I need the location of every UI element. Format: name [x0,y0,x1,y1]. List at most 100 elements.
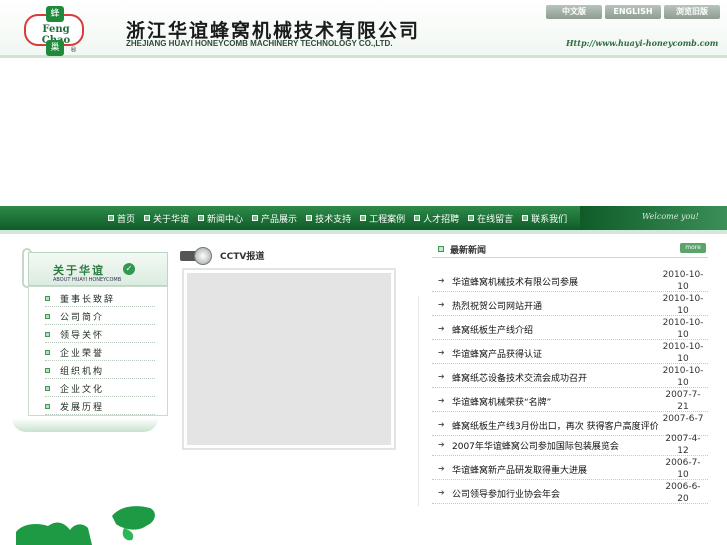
grass-decoration [12,418,158,432]
nav-bullet-icon [468,215,475,221]
video-placeholder[interactable] [187,273,391,445]
news-item-date: 2010-10-10 [662,366,704,388]
bullet-icon [45,404,50,409]
news-item-date: 2007-6-7 [662,414,704,424]
sidebar-menu: 董事长致辞 公司简介 领导关怀 企业荣誉 组织机构 企业文化 发展历程 [28,286,168,416]
arrow-icon: ➔ [438,440,445,449]
nav-bullet-icon [198,215,205,221]
more-news-button[interactable]: more [680,243,706,253]
nav-item-jobs[interactable]: 人才招聘 [414,212,459,225]
lang-english-button[interactable]: ENGLISH [605,5,661,19]
logo-bottom-badge: 巢 [46,40,64,56]
nav-item-message[interactable]: 在线留言 [468,212,513,225]
sidebar-item-history[interactable]: 发展历程 [45,399,155,415]
nav-item-about[interactable]: 关于华谊 [144,212,189,225]
news-item-title[interactable]: 蜂窝纸芯设备技术交流会成功召开 [452,371,662,384]
news-item[interactable]: ➔ 公司领导参加行业协会年会 2006-6-20 [432,480,708,504]
world-map-icon [16,506,155,545]
map-landmass [16,522,92,545]
arrow-icon: ➔ [438,276,445,285]
logo-top-badge: 蜂 [46,6,64,22]
sidebar-subtitle: ABOUT HUAYI HONEYCOMB [53,277,122,283]
news-item-date: 2010-10-10 [662,318,704,340]
nav-item-cases[interactable]: 工程案例 [360,212,405,225]
sidebar-item-profile[interactable]: 公司简介 [45,309,155,325]
nav-item-products[interactable]: 产品展示 [252,212,297,225]
news-item-title[interactable]: 2007年华谊蜂窝公司参加国际包装展览会 [452,439,662,452]
arrow-icon: ➔ [438,348,445,357]
news-item-date: 2010-10-10 [662,294,704,316]
nav-label: 技术支持 [315,214,352,225]
nav-item-support[interactable]: 技术支持 [306,212,351,225]
old-version-button[interactable]: 浏览旧版 [664,5,720,19]
sidebar-item-label: 发展历程 [60,403,105,413]
news-item-title[interactable]: 华谊蜂窝新产品研发取得重大进展 [452,463,662,476]
news-item-title[interactable]: 蜂窝纸板生产线介绍 [452,323,662,336]
news-item[interactable]: ➔ 华谊蜂窝机械技术有限公司参展 2010-10-10 [432,268,708,292]
bullet-icon [45,332,50,337]
nav-label: 工程案例 [369,214,406,225]
sidebar-item-label: 公司简介 [60,313,105,323]
arrow-icon: ➔ [438,372,445,381]
nav-label: 产品展示 [261,214,298,225]
arrow-icon: ➔ [438,420,445,429]
news-item-date: 2007-7-21 [665,390,701,412]
sidebar-item-culture[interactable]: 企业文化 [45,381,155,397]
nav-label: 关于华谊 [153,214,190,225]
sidebar-item-honors[interactable]: 企业荣誉 [45,345,155,361]
arrow-icon: ➔ [438,396,445,405]
news-item-date: 2006-7-10 [665,458,701,480]
sidebar-item-organization[interactable]: 组织机构 [45,363,155,379]
sidebar-item-chairman[interactable]: 董事长致辞 [45,291,155,307]
sidebar-title: 关于华谊 [53,264,105,277]
bullet-icon [45,314,50,319]
news-item-title[interactable]: 华谊蜂窝机械技术有限公司参展 [452,275,662,288]
feng-chao-logo[interactable]: 蜂 Feng Chao 巢 ® [24,6,88,58]
sidebar-item-label: 领导关怀 [60,331,105,341]
nav-label: 人才招聘 [423,214,460,225]
news-item[interactable]: ➔ 华谊蜂窝新产品研发取得重大进展 2006-7-10 [432,456,708,480]
leaf-icon: ✓ [123,263,135,275]
nav-item-news[interactable]: 新闻中心 [198,212,243,225]
sidebar-item-label: 企业文化 [60,385,105,395]
arrow-icon: ➔ [438,324,445,333]
news-item[interactable]: ➔ 热烈祝贺公司网站开通 2010-10-10 [432,292,708,316]
nav-bullet-icon [522,215,529,221]
news-item[interactable]: ➔ 蜂窝纸芯设备技术交流会成功召开 2010-10-10 [432,364,708,388]
video-player[interactable] [182,268,396,450]
cctv-title: CCTV报道 [220,251,265,262]
sidebar-item-leaders[interactable]: 领导关怀 [45,327,155,343]
bullet-icon [45,368,50,373]
arrow-icon: ➔ [438,488,445,497]
news-item-date: 2010-10-10 [662,342,704,364]
cctv-header: CCTV报道 [180,244,264,266]
lang-chinese-button[interactable]: 中文版 [546,5,602,19]
nav-bullet-icon [414,215,421,221]
news-item-title[interactable]: 公司领导参加行业协会年会 [452,487,662,500]
nav-bullet-icon [252,215,259,221]
camera-lens [194,247,212,265]
news-title: 最新新闻 [450,246,487,256]
news-item-title[interactable]: 蜂窝纸板生产线3月份出口，再次 获得客户高度评价 [452,419,662,432]
news-item-title[interactable]: 热烈祝贺公司网站开通 [452,299,662,312]
nav-bullet-icon [108,215,114,221]
news-bullet-icon [438,246,444,252]
welcome-text: Welcome you! [642,212,699,221]
news-item[interactable]: ➔ 华谊蜂窝产品获得认证 2010-10-10 [432,340,708,364]
nav-label: 新闻中心 [207,214,244,225]
news-item-title[interactable]: 华谊蜂窝产品获得认证 [452,347,662,360]
bullet-icon [45,350,50,355]
sidebar-item-label: 董事长致辞 [60,295,116,305]
news-item[interactable]: ➔ 华谊蜂窝机械荣获“名牌” 2007-7-21 [432,388,708,412]
news-item-date: 2006-6-20 [665,482,701,504]
nav-item-contact[interactable]: 联系我们 [522,212,567,225]
news-item[interactable]: ➔ 2007年华谊蜂窝公司参加国际包装展览会 2007-4-12 [432,432,708,456]
news-item-title[interactable]: 华谊蜂窝机械荣获“名牌” [452,395,662,408]
sidebar-header: 关于华谊 ✓ ABOUT HUAYI HONEYCOMB [28,252,168,286]
nav-item-home[interactable]: 首页 [108,212,135,225]
map-landmass [112,506,155,530]
news-item[interactable]: ➔ 蜂窝纸板生产线介绍 2010-10-10 [432,316,708,340]
column-divider [418,296,419,506]
nav-label: 在线留言 [477,214,514,225]
bullet-icon [45,386,50,391]
